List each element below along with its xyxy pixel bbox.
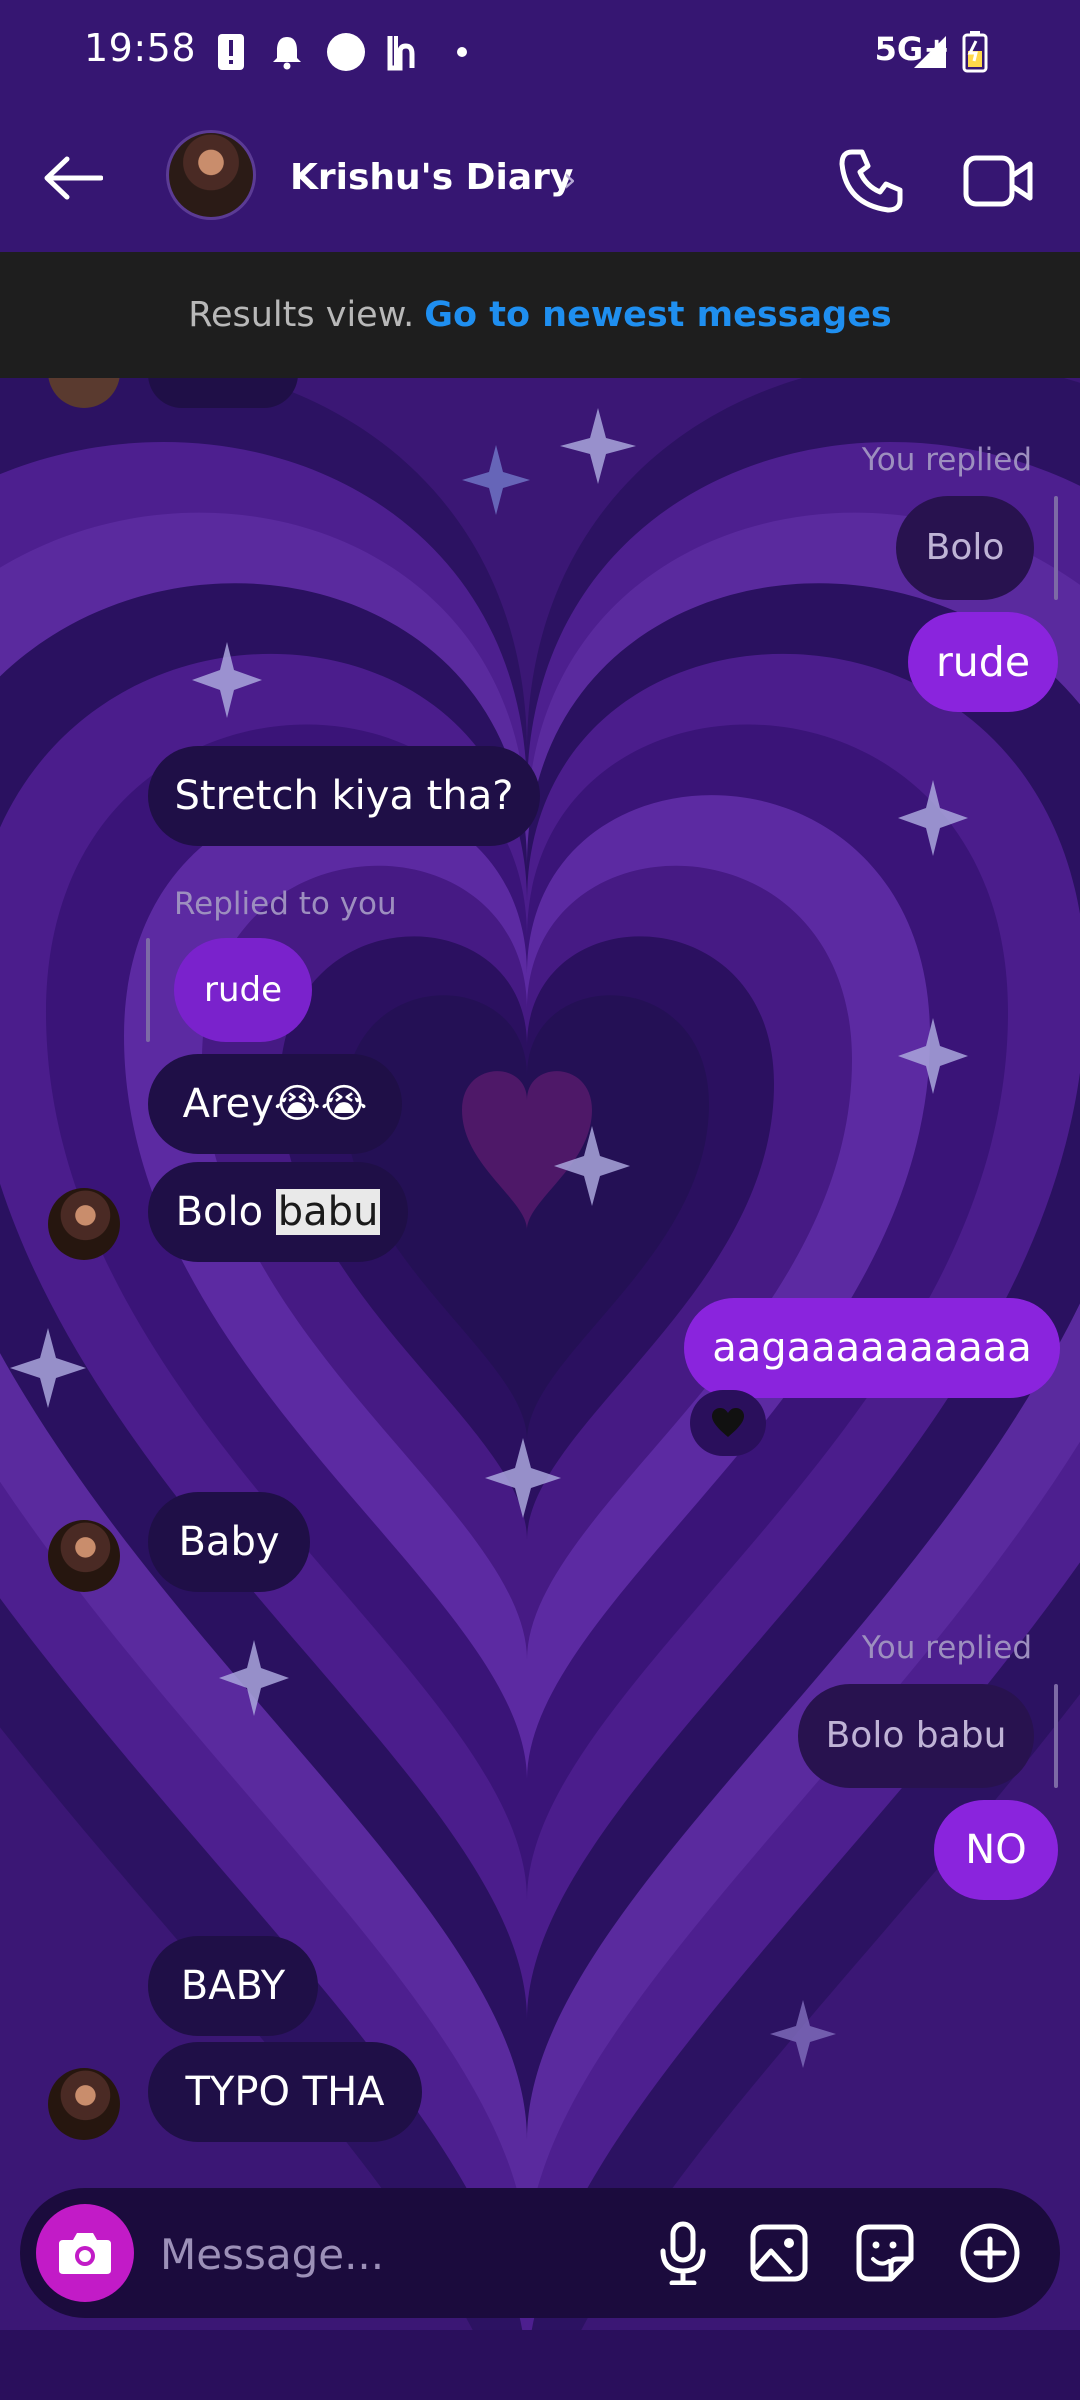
chevron-right-icon: › (563, 160, 577, 200)
outgoing-message[interactable]: rude (908, 612, 1058, 712)
image-icon (750, 2224, 808, 2282)
incoming-message[interactable]: Arey😭😭 (148, 1054, 402, 1154)
quoted-message[interactable]: Bolo (896, 496, 1034, 600)
contact-avatar[interactable] (166, 130, 256, 220)
incoming-message[interactable]: Bolo babu (148, 1162, 408, 1262)
gallery-button[interactable] (744, 2218, 814, 2288)
incoming-message[interactable]: Stretch kiya tha? (148, 746, 540, 846)
plus-circle-icon (960, 2223, 1020, 2283)
outgoing-message[interactable]: aagaaaaaaaaaa (684, 1298, 1060, 1398)
message-composer (20, 2188, 1060, 2318)
arrow-left-icon (44, 156, 103, 200)
sender-avatar[interactable] (48, 1188, 120, 1260)
phone-icon (839, 149, 903, 213)
notification-bell-icon (270, 30, 304, 74)
message-input[interactable] (158, 2218, 622, 2290)
message-reaction[interactable] (690, 1390, 766, 1456)
video-call-button[interactable] (962, 148, 1034, 214)
sender-avatar[interactable] (48, 2068, 120, 2140)
signal-icon (912, 30, 948, 74)
sender-avatar[interactable] (48, 1520, 120, 1592)
incoming-message[interactable]: BABY (148, 1936, 318, 2036)
voice-message-button[interactable] (648, 2218, 718, 2288)
alert-icon (216, 30, 246, 74)
sticker-icon (856, 2224, 914, 2282)
quoted-message[interactable]: Bolo babu (798, 1684, 1034, 1788)
reply-indicator (1054, 1684, 1058, 1788)
incoming-message[interactable]: TYPO THA (148, 2042, 422, 2142)
battery-icon (962, 30, 988, 74)
results-banner: Results view. Go to newest messages (0, 252, 1080, 378)
more-options-button[interactable] (955, 2218, 1025, 2288)
quoted-message[interactable]: rude (174, 938, 312, 1042)
reply-indicator (146, 938, 150, 1042)
you-replied-label: You replied (861, 442, 1032, 478)
heart-icon (712, 1408, 744, 1437)
replied-to-you-label: Replied to you (174, 886, 397, 922)
camera-icon (59, 2233, 111, 2274)
you-replied-label: You replied (861, 1630, 1032, 1666)
message-text: Bolo (175, 1189, 276, 1235)
reply-indicator (1054, 496, 1058, 600)
chat-title[interactable]: Krishu's Diary (290, 157, 573, 198)
app-status-icon (386, 30, 422, 74)
sticker-button[interactable] (850, 2218, 920, 2288)
navigation-bar-area (0, 2330, 1080, 2400)
results-text: Results view. (188, 295, 415, 335)
dot-icon (456, 30, 468, 74)
video-camera-icon (963, 155, 1033, 207)
microphone-icon (660, 2221, 706, 2285)
search-highlight: babu (275, 1189, 381, 1235)
incoming-message[interactable]: Baby (148, 1492, 310, 1592)
call-button[interactable] (838, 148, 904, 214)
status-bar: 19:58 5G+ (0, 0, 1080, 104)
circle-status-icon (326, 30, 366, 74)
status-time: 19:58 (84, 26, 197, 70)
camera-button[interactable] (36, 2204, 134, 2302)
outgoing-message[interactable]: NO (934, 1800, 1058, 1900)
go-to-newest-link[interactable]: Go to newest messages (424, 295, 892, 335)
back-button[interactable] (38, 138, 108, 218)
